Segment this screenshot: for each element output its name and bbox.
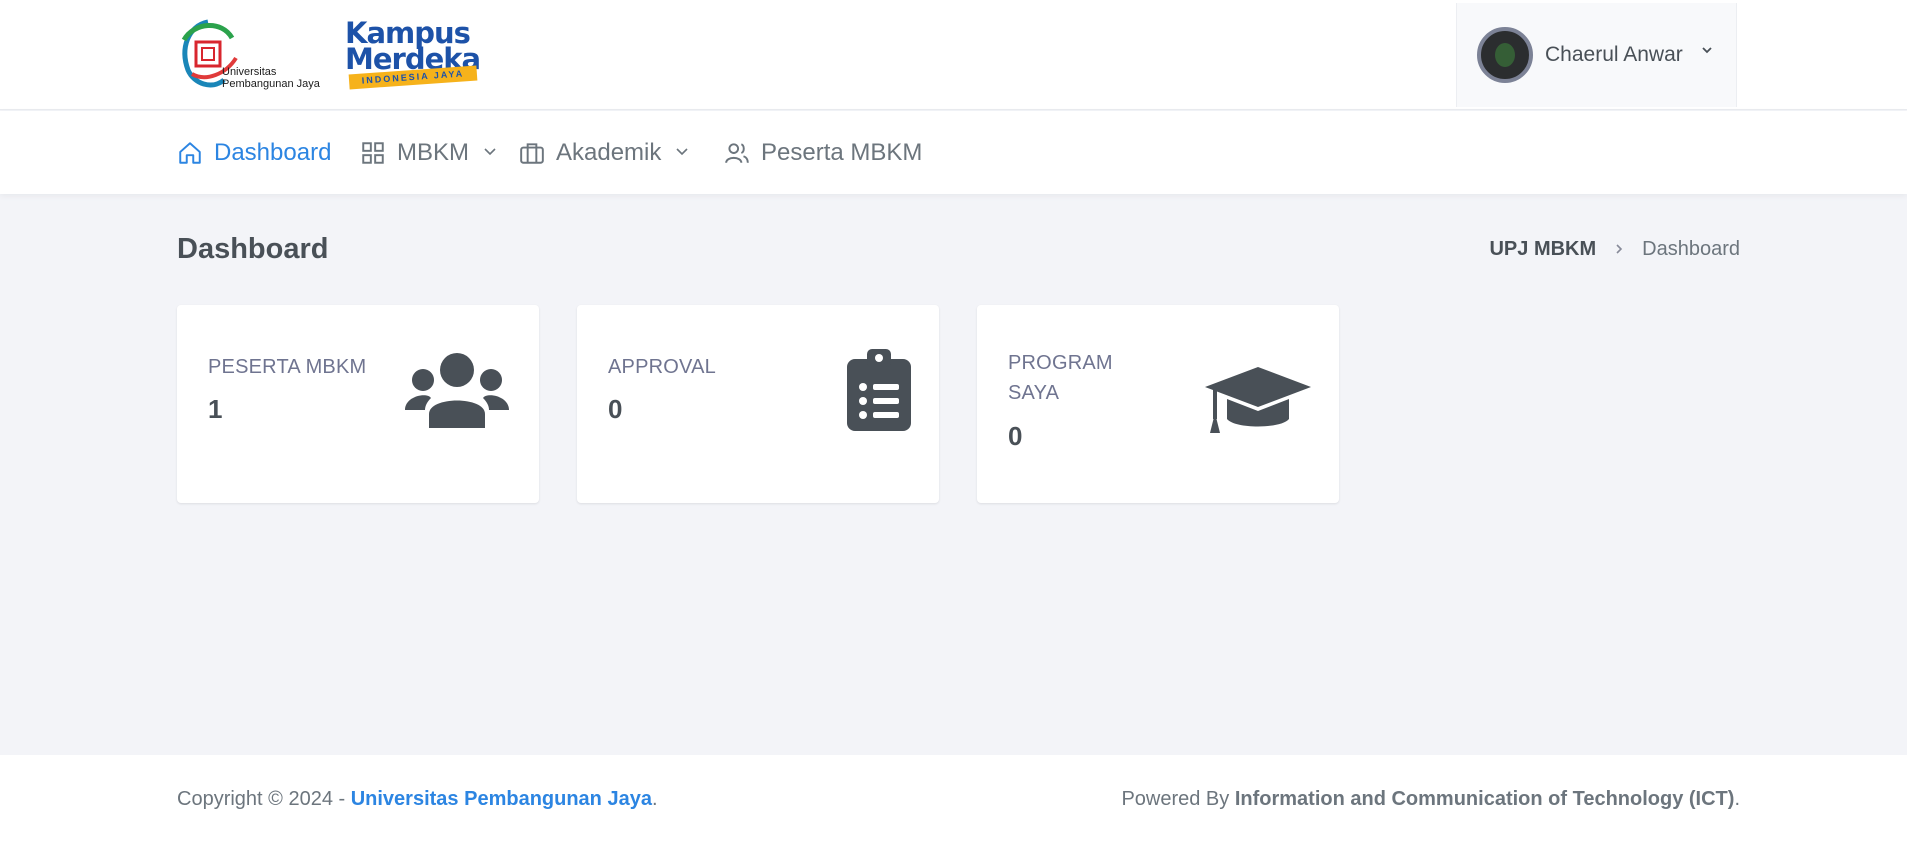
card-value: 0 [1008,421,1023,451]
breadcrumb-current: Dashboard [1642,238,1740,260]
nav-item-akademik[interactable]: Akademik [519,137,689,169]
card-value: 1 [208,394,223,424]
card-label: PROGRAM SAYA [1008,348,1113,408]
breadcrumb: UPJ MBKM Dashboard [1489,238,1740,261]
chevron-down-icon[interactable] [1701,43,1713,59]
users-icon [725,143,749,164]
nav-item-peserta-mbkm[interactable]: Peserta MBKM [724,137,922,169]
powered-prefix: Powered By [1121,788,1235,810]
card-label-line2: SAYA [1008,382,1060,404]
card-label: PESERTA MBKM [208,356,367,378]
footer-copyright: Copyright © 2024 - Universitas Pembangun… [177,788,658,811]
user-menu[interactable]: Chaerul Anwar [1456,3,1737,107]
clipboard-list-icon [847,349,911,431]
kampus-merdeka-logo[interactable]: Kampus Merdeka INDONESIA JAYA [345,18,481,94]
briefcase-icon [520,143,544,164]
avatar[interactable] [1477,27,1533,83]
nav-item-label: MBKM [397,139,469,166]
upj-logo-text: Universitas Pembangunan Jaya [222,66,320,90]
card-value: 0 [608,394,623,424]
grid-icon [362,142,384,164]
powered-by-ict: Information and Communication of Technol… [1234,788,1735,810]
chevron-right-icon [1614,239,1624,260]
stat-card-approval[interactable]: APPROVAL 0 [577,305,939,503]
breadcrumb-root[interactable]: UPJ MBKM [1489,238,1596,261]
card-label-line1: PROGRAM [1008,352,1113,374]
user-name[interactable]: Chaerul Anwar [1545,43,1683,67]
footer: Copyright © 2024 - Universitas Pembangun… [0,755,1907,842]
nav-item-label: Peserta MBKM [761,139,923,166]
nav-item-label: Akademik [556,139,662,166]
chevron-down-icon [483,144,497,162]
copyright-prefix: Copyright © 2024 - [177,788,351,810]
page-title: Dashboard [177,233,329,265]
nav-item-mbkm[interactable]: MBKM [360,137,497,169]
stat-card-program-saya[interactable]: PROGRAM SAYA 0 [977,305,1339,503]
chevron-down-icon [675,144,689,162]
upj-logo-line2: Pembangunan Jaya [222,78,320,90]
stat-card-peserta-mbkm[interactable]: PESERTA MBKM 1 [177,305,539,503]
upj-logo-line1: Universitas [222,66,277,78]
top-header: Universitas Pembangunan Jaya Kampus Merd… [0,0,1907,110]
main-nav: Dashboard MBKM Akademik Peserta MBKM [0,111,1907,194]
university-link[interactable]: Universitas Pembangunan Jaya [351,788,652,810]
card-label: APPROVAL [608,356,716,378]
nav-item-dashboard[interactable]: Dashboard [177,137,331,169]
users-icon [405,353,509,428]
home-icon [179,142,201,164]
nav-item-label: Dashboard [214,139,332,166]
powered-suffix: . [1734,788,1740,810]
upj-logo[interactable]: Universitas Pembangunan Jaya [178,18,328,94]
copyright-suffix: . [651,788,658,810]
footer-powered-by: Powered By Information and Communication… [1121,788,1740,811]
graduation-cap-icon [1205,367,1311,433]
